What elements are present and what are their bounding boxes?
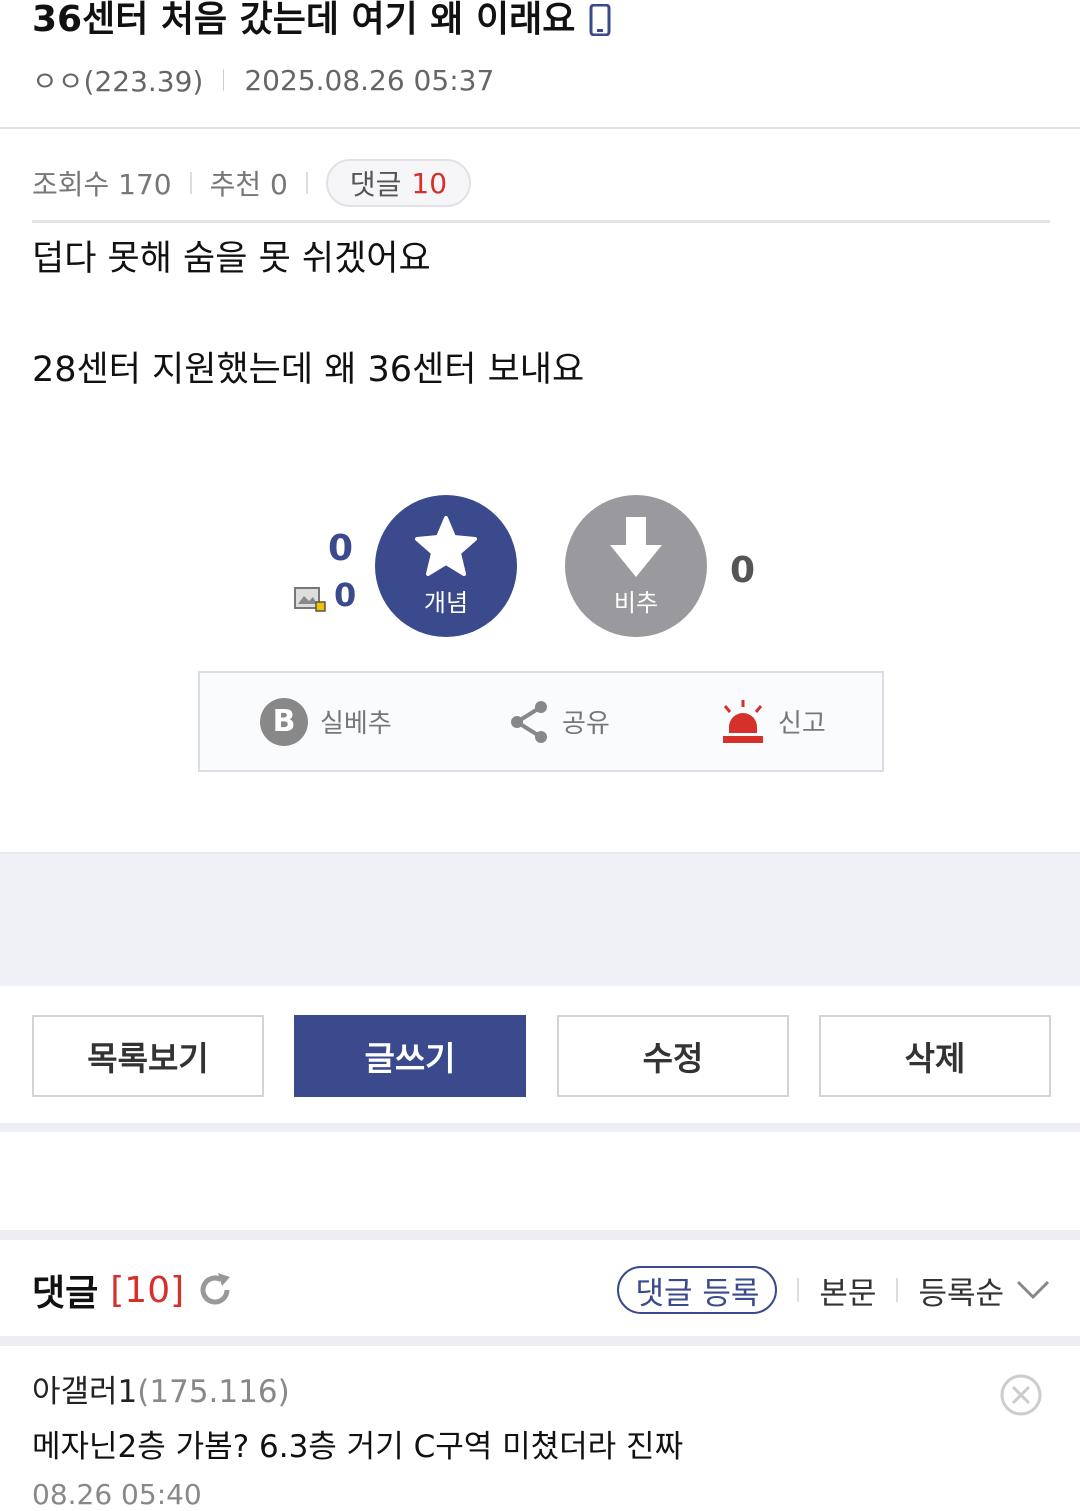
ad-space <box>0 852 1080 986</box>
comment-date: 08.26 05:40 <box>32 1478 202 1511</box>
share-button[interactable]: 공유 <box>508 699 610 745</box>
report-button[interactable]: 신고 <box>720 699 826 745</box>
body-link[interactable]: 본문 <box>819 1268 876 1313</box>
post-date: 2025.08.26 05:37 <box>244 63 495 97</box>
downvote-label: 비추 <box>613 588 659 617</box>
divider <box>305 172 308 194</box>
comment-header: 댓글 [10] 댓글 등록 본문 등록순 <box>32 1260 1050 1320</box>
divider <box>797 1278 800 1302</box>
comment-title: 댓글 [10] <box>32 1264 234 1316</box>
edit-button[interactable]: 수정 <box>557 1015 789 1097</box>
divider <box>32 220 1050 223</box>
write-button[interactable]: 글쓰기 <box>294 1015 526 1097</box>
share-label: 공유 <box>562 709 610 739</box>
comment-title-text: 댓글 <box>32 1273 99 1314</box>
sort-label: 등록순 <box>918 1275 1004 1312</box>
comment-item: 아갤러1(175.116) 메자닌2층 가봄? 6.3층 거기 C구역 미쳤더라… <box>32 1366 1050 1511</box>
star-icon <box>415 515 477 576</box>
chevron-down-icon <box>1016 1280 1050 1300</box>
upvote-button[interactable]: 개념 <box>375 495 517 637</box>
comment-count: 10 <box>411 166 448 200</box>
post-body-line: 덥다 못해 숨을 못 쉬겠어요 <box>32 239 431 279</box>
divider <box>189 172 192 194</box>
post-button-row: 목록보기 글쓰기 수정 삭제 <box>0 1015 1080 1097</box>
divider <box>896 1278 899 1302</box>
siren-icon <box>723 699 763 743</box>
comment-author-name[interactable]: 아갤러1 <box>32 1374 137 1410</box>
post-action-bar: B 실베추 공유 신고 <box>198 671 884 772</box>
comment-author-ip: (175.116) <box>137 1374 290 1410</box>
comment-count-pill[interactable]: 댓글 10 <box>325 159 472 207</box>
phone-icon <box>589 4 611 36</box>
best-recommend-button[interactable]: B 실베추 <box>260 697 392 746</box>
share-icon <box>511 700 547 743</box>
divider <box>0 1123 1080 1132</box>
comment-label: 댓글 <box>349 168 402 201</box>
divider <box>0 1230 1080 1240</box>
comment-text: 메자닌2층 가봄? 6.3층 거기 C구역 미쳤더라 진짜 <box>32 1429 684 1465</box>
report-label: 신고 <box>778 709 826 739</box>
divider <box>223 69 225 91</box>
down-arrow-icon <box>610 516 662 577</box>
upvote-label: 개념 <box>423 588 469 617</box>
fixed-upvote-count: 0 <box>334 576 357 614</box>
divider <box>0 127 1080 129</box>
divider <box>0 1336 1080 1346</box>
post-title: 36센터 처음 갔는데 여기 왜 이래요 <box>32 0 1048 40</box>
recommend-count: 추천 0 <box>209 168 288 201</box>
delete-button[interactable]: 삭제 <box>819 1015 1051 1097</box>
post-meta: ㅇㅇ(223.39) 2025.08.26 05:37 <box>32 60 494 100</box>
b-icon: B <box>260 697 308 746</box>
list-button[interactable]: 목록보기 <box>32 1015 264 1097</box>
post-header: 36센터 처음 갔는데 여기 왜 이래요 <box>32 0 1048 40</box>
post-body: 덥다 못해 숨을 못 쉬겠어요 28센터 지원했는데 왜 36센터 보내요 <box>32 232 584 398</box>
best-recommend-label: 실베추 <box>320 709 392 739</box>
post-author[interactable]: ㅇㅇ(223.39) <box>32 60 203 100</box>
comment-controls: 댓글 등록 본문 등록순 <box>617 1266 1050 1314</box>
upvote-count: 0 <box>328 528 354 569</box>
close-circle-icon[interactable] <box>1000 1374 1042 1416</box>
image-fix-icon <box>294 587 326 612</box>
refresh-icon[interactable] <box>196 1271 234 1309</box>
vote-area: 0 0 개념 비추 0 <box>0 490 1080 640</box>
downvote-count: 0 <box>730 550 756 591</box>
view-count: 조회수 170 <box>32 168 172 201</box>
comment-total: [10] <box>110 1269 185 1311</box>
downvote-button[interactable]: 비추 <box>565 495 707 637</box>
post-title-text: 36센터 처음 갔는데 여기 왜 이래요 <box>32 0 576 40</box>
post-stats: 조회수 170 추천 0 댓글 10 <box>32 158 472 208</box>
comment-register-button[interactable]: 댓글 등록 <box>617 1266 778 1314</box>
post-body-line: 28센터 지원했는데 왜 36센터 보내요 <box>32 350 585 390</box>
comment-author: 아갤러1(175.116) <box>32 1366 1050 1411</box>
sort-dropdown[interactable]: 등록순 <box>918 1268 1050 1313</box>
